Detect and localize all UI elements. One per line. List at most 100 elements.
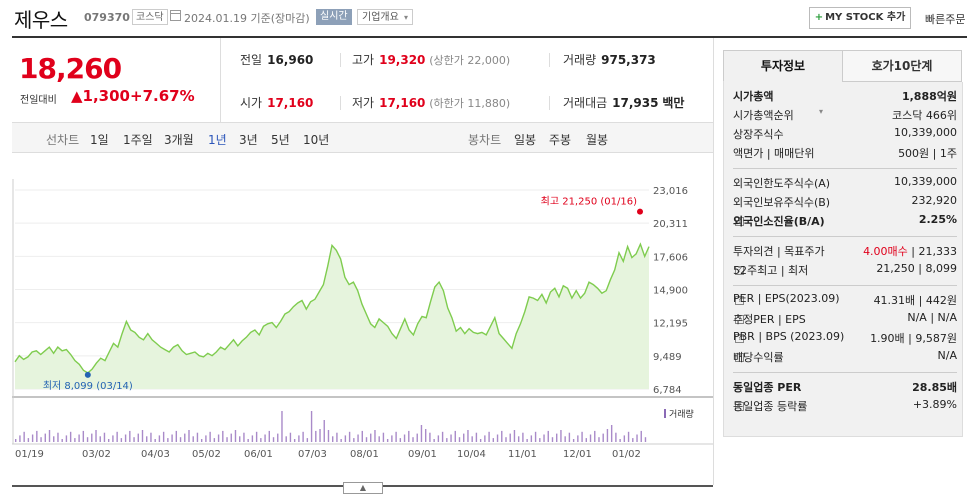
my-stock-add-button[interactable]: + MY STOCK 추가 bbox=[809, 7, 911, 29]
target-price: | 21,333 bbox=[907, 245, 957, 258]
price-change-value: 1,300 bbox=[82, 87, 130, 105]
quick-order-link[interactable]: 빠른주문 bbox=[925, 11, 965, 27]
volume-bar bbox=[636, 434, 638, 442]
volume-bar bbox=[40, 437, 42, 442]
volume-bar bbox=[378, 436, 380, 442]
divider bbox=[549, 96, 550, 110]
price-area bbox=[15, 244, 649, 389]
corp-info-dropdown[interactable]: 기업개요 ▾ bbox=[357, 9, 414, 25]
info-label: 상장주식수 bbox=[733, 128, 784, 141]
volume-bar bbox=[19, 435, 21, 442]
volume-bar bbox=[234, 430, 237, 442]
volume-bar bbox=[15, 439, 17, 442]
up-triangle-icon: ▲ bbox=[71, 87, 83, 105]
candle-weekly[interactable]: 주봉 bbox=[549, 131, 571, 148]
y-tick-label: 12,195 bbox=[653, 319, 688, 330]
volume-bar bbox=[340, 439, 342, 442]
max-marker bbox=[637, 208, 643, 215]
candle-daily[interactable]: 일봉 bbox=[514, 131, 536, 148]
period-5y[interactable]: 5년 bbox=[271, 131, 290, 148]
volume-bar bbox=[302, 431, 304, 442]
volume-bar bbox=[48, 430, 51, 442]
volume-bar bbox=[209, 431, 211, 442]
stat-label: 고가 bbox=[352, 53, 375, 67]
volume-bar bbox=[509, 433, 511, 442]
info-row: 상장주식수 10,339,000 bbox=[733, 126, 957, 144]
info-label: 투자의견 | 목표주가 bbox=[733, 245, 825, 258]
volume-bar bbox=[522, 432, 524, 442]
info-label: 추정PER | EPS bbox=[733, 313, 806, 326]
stat-volume: 거래량 975,373 bbox=[563, 51, 656, 71]
candle-monthly[interactable]: 월봉 bbox=[586, 131, 608, 148]
line-chart-label: 선차트 bbox=[46, 133, 80, 147]
expand-handle-button[interactable]: ▲ bbox=[343, 482, 383, 494]
quote-date: 2024.01.19 기준(장마감) bbox=[184, 10, 310, 26]
volume-bar bbox=[107, 439, 110, 442]
tab-investment-info[interactable]: 투자정보 bbox=[723, 50, 843, 82]
stat-value: 16,960 bbox=[267, 53, 314, 67]
section-divider bbox=[733, 236, 957, 237]
volume-bar bbox=[150, 432, 152, 442]
chevron-down-icon[interactable]: ▾ bbox=[819, 107, 823, 116]
volume-bar bbox=[217, 434, 220, 442]
volume-bar bbox=[581, 431, 583, 442]
min-marker bbox=[84, 371, 91, 378]
volume-bar bbox=[463, 433, 465, 442]
info-row: 외국인소진율(B/A)? 2.25% bbox=[733, 213, 957, 231]
volume-bar bbox=[281, 411, 283, 442]
volume-bar bbox=[175, 430, 178, 442]
volume-bar bbox=[627, 431, 630, 442]
date-basis: 기준(장마감) bbox=[250, 12, 310, 25]
price-chart[interactable]: 23,016 20,311 17,606 14,900 12,195 9,489 6,784… bbox=[12, 153, 713, 483]
volume-bar bbox=[323, 420, 325, 442]
realtime-button[interactable]: 실시간 bbox=[316, 9, 352, 25]
volume-bar bbox=[239, 436, 241, 442]
stat-amount: 거래대금 17,935 백만 bbox=[563, 94, 684, 114]
volume-bar bbox=[395, 431, 397, 442]
info-value: 41.31배 | 442원 bbox=[873, 294, 957, 307]
info-value: 10,339,000 bbox=[894, 175, 957, 188]
divider bbox=[340, 53, 341, 67]
volume-bar bbox=[306, 438, 309, 442]
info-label: 외국인보유주식수(B) bbox=[733, 196, 831, 209]
x-tick-label: 06/01 bbox=[244, 449, 273, 460]
period-1d[interactable]: 1일 bbox=[90, 131, 109, 148]
period-3m[interactable]: 3개월 bbox=[164, 131, 194, 148]
period-1y[interactable]: 1년 bbox=[208, 131, 227, 148]
period-3y[interactable]: 3년 bbox=[239, 131, 258, 148]
calendar-icon bbox=[170, 10, 181, 21]
y-tick-label: 14,900 bbox=[653, 286, 688, 297]
volume-bar bbox=[315, 430, 317, 442]
volume-bar bbox=[141, 430, 144, 442]
volume-bar bbox=[560, 430, 562, 442]
volume-bar bbox=[458, 437, 461, 442]
volume-bar bbox=[496, 434, 499, 442]
price-change-pct: +7.67% bbox=[130, 87, 195, 105]
period-10y[interactable]: 10년 bbox=[303, 131, 329, 148]
info-row: 액면가 | 매매단위 500원 | 1주 bbox=[733, 145, 957, 163]
quote-stats: 전일 16,960 고가 19,320 (상한가 22,000) 거래량 975,37… bbox=[221, 38, 713, 122]
panel-tabs: 투자정보 호가10단계 bbox=[723, 50, 963, 82]
volume-bar bbox=[137, 433, 139, 442]
volume-bar bbox=[243, 432, 245, 442]
volume-bar bbox=[74, 438, 76, 442]
date-value: 2024.01.19 bbox=[184, 12, 247, 25]
info-label: 액면가 | 매매단위 bbox=[733, 147, 815, 160]
volume-bar bbox=[319, 429, 321, 442]
volume-bar bbox=[615, 432, 617, 442]
x-tick-label: 09/01 bbox=[408, 449, 437, 460]
price-box: 18,260 전일대비 ▲1,300 +7.67% bbox=[12, 38, 221, 122]
volume-bar bbox=[298, 435, 300, 442]
candle-chart-label: 봉차트 bbox=[468, 133, 502, 147]
volume-bar bbox=[424, 429, 427, 442]
volume-bar bbox=[585, 438, 587, 442]
volume-bar bbox=[572, 439, 575, 442]
amount-unit: 백만 bbox=[662, 96, 685, 110]
volume-bar bbox=[632, 438, 634, 442]
volume-bar bbox=[124, 434, 127, 442]
volume-bar bbox=[386, 439, 389, 442]
info-value: 2.25% bbox=[918, 213, 957, 226]
tab-order-book[interactable]: 호가10단계 bbox=[842, 50, 962, 82]
stock-name: 제우스 bbox=[14, 8, 68, 32]
period-1w[interactable]: 1주일 bbox=[123, 131, 153, 148]
